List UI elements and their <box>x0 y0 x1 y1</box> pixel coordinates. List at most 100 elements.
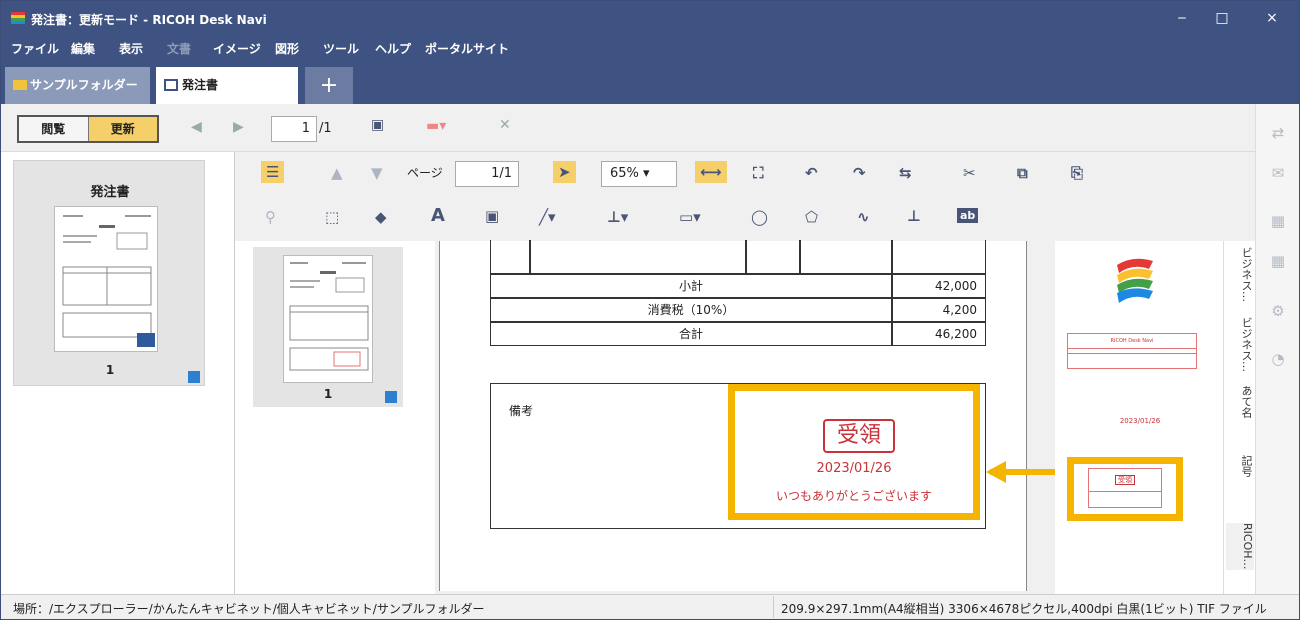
tab-order-form-label: 発注書 <box>182 78 219 92</box>
close-button[interactable]: × <box>1257 7 1287 29</box>
next-page-icon[interactable]: ▶ <box>233 119 244 135</box>
page-thumbnails: 1 <box>235 241 435 594</box>
right-sidebar: ⇄ ✉ ▦ ▦ ⚙ ◔ <box>1255 104 1299 594</box>
rotate-right-icon[interactable]: ↷ <box>853 164 866 182</box>
zoom-select[interactable]: 65% ▾ <box>601 161 677 187</box>
tax-label: 消費税（10%） <box>490 298 892 322</box>
eraser-icon[interactable]: ◆ <box>375 208 387 226</box>
total-label: 合計 <box>490 322 892 346</box>
tab-business-2[interactable]: ビジネス… <box>1226 317 1254 372</box>
flip-icon[interactable]: ⇆ <box>899 164 912 182</box>
rectangle-tool-icon[interactable]: ▭▾ <box>679 208 701 226</box>
page-thumbnail-preview <box>283 255 373 383</box>
fit-width-icon[interactable]: ⟷ <box>695 161 727 183</box>
maximize-button[interactable]: □ <box>1207 7 1237 29</box>
menu-document[interactable]: 文書 <box>167 40 191 57</box>
image-export-icon[interactable]: ▦ <box>1268 252 1288 270</box>
link-icon[interactable]: ⚙ <box>1268 302 1288 320</box>
menu-edit[interactable]: 編集 <box>71 40 95 57</box>
mail-icon[interactable]: ✉ <box>1268 164 1288 182</box>
date-stamp[interactable]: 2023/01/26 <box>1055 417 1225 425</box>
menu-help[interactable]: ヘルプ <box>375 40 411 57</box>
table-cell <box>530 240 746 274</box>
color-picker-icon[interactable]: ▬▾ <box>426 118 446 134</box>
fit-page-icon[interactable]: ⛶ <box>753 164 764 182</box>
line-tool-icon[interactable]: ╱▾ <box>539 208 556 226</box>
properties-icon[interactable]: ▣ <box>371 117 384 133</box>
tab-symbol[interactable]: 記号 <box>1226 455 1254 477</box>
page-thumbnail[interactable]: 1 <box>253 247 403 407</box>
freehand-tool-icon[interactable]: ∿ <box>857 208 870 226</box>
view-mode-button[interactable]: 閲覧 <box>19 117 89 141</box>
link-annotation-icon[interactable]: ⚲ <box>265 208 276 226</box>
document-icon <box>164 79 178 91</box>
transfer-icon[interactable]: ⇄ <box>1268 124 1288 142</box>
table-cell <box>892 240 986 274</box>
menu-image[interactable]: イメージ <box>213 40 261 57</box>
highlight-text-icon[interactable]: ab <box>957 208 979 223</box>
paste-icon[interactable]: ⎘ <box>1071 164 1083 182</box>
zoom-value: 65% <box>610 166 639 181</box>
location-path: 場所：/エクスプローラー/かんたんキャビネット/個人キャビネット/サンプルフォル… <box>13 602 485 616</box>
viewer-page-input[interactable]: 1/1 <box>455 161 519 187</box>
prev-page-icon[interactable]: ◀ <box>191 119 202 135</box>
rotate-left-icon[interactable]: ↶ <box>805 164 818 182</box>
thumbnail-page-number: 1 <box>105 363 115 377</box>
update-mode-button[interactable]: 更新 <box>88 117 157 141</box>
annotation-toolbar: ⚲ ⬚ ◆ A ▣ ╱▾ ⊥▾ ▭▾ ◯ ⬠ ∿ ⊥ ab <box>235 195 1255 241</box>
window-title: 発注書：更新モード - RICOH Desk Navi <box>31 13 267 27</box>
pin-icon[interactable]: ✕ <box>499 117 511 133</box>
file-info: 209.9×297.1mm(A4縦相当) 3306×4678ピクセル,400dp… <box>781 602 1267 616</box>
disabled-icon[interactable]: ◔ <box>1268 350 1288 368</box>
stamp-date: 2023/01/26 <box>816 461 892 476</box>
menu-tools[interactable]: ツール <box>323 40 359 57</box>
layout-toggle-icon[interactable]: ☰ <box>261 161 285 183</box>
page-badge-icon <box>188 371 200 383</box>
stamp-message: いつもありがとうございます <box>775 489 932 503</box>
minimize-button[interactable]: ‒ <box>1167 7 1197 29</box>
page-up-icon[interactable]: ▲ <box>331 164 343 182</box>
tab-sample-folder[interactable]: サンプルフォルダー <box>5 67 150 104</box>
app-window: 発注書：更新モード - RICOH Desk Navi ‒ □ × ファイル 編… <box>0 0 1300 620</box>
status-divider <box>773 596 774 618</box>
mode-switch: 閲覧 更新 <box>17 115 159 143</box>
marker-tool-icon[interactable]: ⊥▾ <box>607 208 628 226</box>
tab-ricoh[interactable]: RICOH… <box>1226 523 1254 570</box>
menu-shape[interactable]: 図形 <box>275 40 299 57</box>
selection-rect-icon[interactable]: ⬚ <box>325 208 339 226</box>
subtotal-value: 42,000 <box>892 274 986 298</box>
select-cursor-icon[interactable]: ➤ <box>553 161 576 183</box>
total-value: 46,200 <box>892 322 986 346</box>
tab-bar: サンプルフォルダー 発注書 + <box>1 61 1299 104</box>
menu-file[interactable]: ファイル <box>11 40 59 57</box>
menu-portal[interactable]: ポータルサイト <box>425 40 509 57</box>
page-down-icon[interactable]: ▼ <box>371 164 383 182</box>
cut-icon[interactable]: ✂ <box>963 164 976 182</box>
tab-order-form[interactable]: 発注書 <box>156 67 298 104</box>
stamp-annotation-highlight[interactable]: 受領 2023/01/26 いつもありがとうございます <box>728 384 980 520</box>
viewer-toolbar: ☰ ▲ ▼ ページ 1/1 ➤ 65% ▾ ⟷ ⛶ ↶ ↷ ⇆ ✂ ⧉ ⎘ <box>235 152 1255 195</box>
image-icon[interactable]: ▦ <box>1268 212 1288 230</box>
page-thumbnail-number: 1 <box>323 387 333 401</box>
business-card-stamp[interactable]: RICOH Desk Navi <box>1067 333 1197 369</box>
document-thumbnail[interactable]: 発注書 1 <box>13 160 205 386</box>
viewer-page-total: /1 <box>499 166 512 181</box>
menu-view[interactable]: 表示 <box>119 40 143 57</box>
text-box-icon[interactable]: ▣ <box>485 207 499 225</box>
text-icon[interactable]: A <box>431 205 445 226</box>
menu-bar: ファイル 編集 表示 文書 イメージ 図形 ツール ヘルプ ポータルサイト <box>1 35 1299 61</box>
stamp-tool-icon[interactable]: ⊥ <box>907 207 921 225</box>
main-toolbar: 閲覧 更新 ◀ ▶ 1 /1 ▣ ▬▾ ✕ <box>1 104 1255 152</box>
received-stamp-thumbnail-highlight[interactable]: 受領 <box>1067 457 1183 521</box>
page-input[interactable]: 1 <box>271 116 317 142</box>
remarks-label: 備考 <box>509 404 534 418</box>
tab-business-1[interactable]: ビジネス… <box>1226 247 1254 302</box>
add-tab-button[interactable]: + <box>305 67 353 104</box>
tab-address[interactable]: あて名 <box>1226 385 1254 418</box>
mini-stamp-text: 受領 <box>1115 475 1135 485</box>
ellipse-tool-icon[interactable]: ◯ <box>751 208 768 226</box>
ricoh-logo-stamp[interactable] <box>1113 255 1157 305</box>
table-cell <box>746 240 800 274</box>
polygon-tool-icon[interactable]: ⬠ <box>805 208 818 226</box>
copy-icon[interactable]: ⧉ <box>1017 164 1028 182</box>
